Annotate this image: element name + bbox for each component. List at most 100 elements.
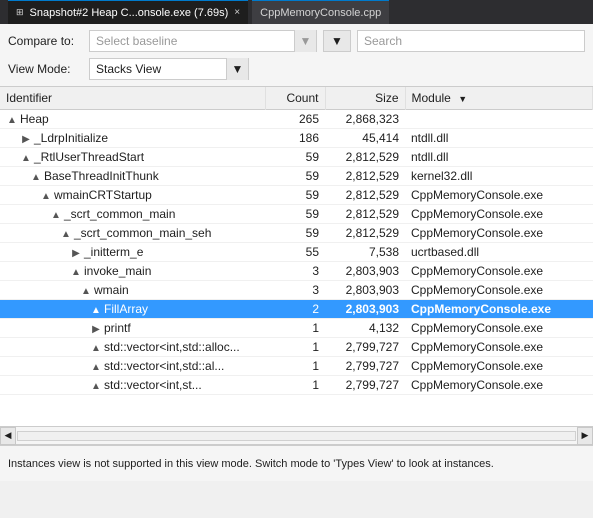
cell-count: 1 bbox=[265, 357, 325, 376]
expand-icon[interactable]: ▲ bbox=[90, 362, 102, 373]
identifier-name: _scrt_common_main bbox=[64, 207, 175, 221]
col-size[interactable]: Size bbox=[325, 87, 405, 110]
expand-icon[interactable]: ▲ bbox=[90, 343, 102, 354]
expand-icon[interactable]: ▲ bbox=[60, 229, 72, 240]
cell-count: 59 bbox=[265, 186, 325, 205]
cell-module: CppMemoryConsole.exe bbox=[405, 224, 593, 243]
cell-module bbox=[405, 110, 593, 129]
table-row[interactable]: ▲_scrt_common_main_seh592,812,529CppMemo… bbox=[0, 224, 593, 243]
cell-module: ntdll.dll bbox=[405, 129, 593, 148]
filter-button[interactable]: ▼ bbox=[323, 30, 351, 52]
baseline-select[interactable]: Select baseline ▼ bbox=[89, 30, 317, 52]
table-row[interactable]: ▲_scrt_common_main592,812,529CppMemoryCo… bbox=[0, 205, 593, 224]
source-tab[interactable]: CppMemoryConsole.cpp bbox=[252, 0, 389, 24]
cell-identifier: ▲wmain bbox=[0, 281, 265, 300]
cell-count: 1 bbox=[265, 338, 325, 357]
cell-count: 55 bbox=[265, 243, 325, 262]
expand-icon[interactable]: ▶ bbox=[90, 324, 102, 335]
table-row[interactable]: ▶_LdrpInitialize18645,414ntdll.dll bbox=[0, 129, 593, 148]
identifier-name: _LdrpInitialize bbox=[34, 131, 108, 145]
cell-module: CppMemoryConsole.exe bbox=[405, 281, 593, 300]
cell-count: 3 bbox=[265, 262, 325, 281]
view-dropdown-arrow[interactable]: ▼ bbox=[226, 58, 248, 80]
expand-icon[interactable]: ▶ bbox=[20, 134, 32, 145]
baseline-dropdown-arrow[interactable]: ▼ bbox=[294, 30, 316, 52]
expand-icon[interactable]: ▲ bbox=[90, 305, 102, 316]
expand-icon[interactable]: ▲ bbox=[40, 191, 52, 202]
snapshot-tab-label: Snapshot#2 Heap C...onsole.exe (7.69s) bbox=[30, 7, 229, 19]
cell-module: CppMemoryConsole.exe bbox=[405, 186, 593, 205]
cell-count: 59 bbox=[265, 148, 325, 167]
table-row[interactable]: ▲FillArray22,803,903CppMemoryConsole.exe bbox=[0, 300, 593, 319]
cell-size: 2,812,529 bbox=[325, 224, 405, 243]
identifier-name: std::vector<int,st... bbox=[104, 378, 202, 392]
table-row[interactable]: ▲Heap2652,868,323 bbox=[0, 110, 593, 129]
status-message: Instances view is not supported in this … bbox=[8, 458, 494, 470]
cell-identifier: ▲_scrt_common_main bbox=[0, 205, 265, 224]
cell-size: 2,799,727 bbox=[325, 376, 405, 395]
cell-count: 186 bbox=[265, 129, 325, 148]
cell-module: ucrtbased.dll bbox=[405, 243, 593, 262]
table-row[interactable]: ▲BaseThreadInitThunk592,812,529kernel32.… bbox=[0, 167, 593, 186]
cell-identifier: ▲invoke_main bbox=[0, 262, 265, 281]
expand-icon[interactable]: ▲ bbox=[50, 210, 62, 221]
cell-module: CppMemoryConsole.exe bbox=[405, 262, 593, 281]
table-row[interactable]: ▲std::vector<int,std::al...12,799,727Cpp… bbox=[0, 357, 593, 376]
expand-icon[interactable]: ▶ bbox=[70, 248, 82, 259]
cell-count: 59 bbox=[265, 205, 325, 224]
table-row[interactable]: ▶printf14,132CppMemoryConsole.exe bbox=[0, 319, 593, 338]
cell-size: 7,538 bbox=[325, 243, 405, 262]
expand-icon[interactable]: ▲ bbox=[20, 153, 32, 164]
pin-icon: ⊞ bbox=[16, 7, 24, 18]
expand-icon[interactable]: ▲ bbox=[70, 267, 82, 278]
source-tab-label: CppMemoryConsole.cpp bbox=[260, 7, 381, 19]
status-bar: Instances view is not supported in this … bbox=[0, 445, 593, 481]
snapshot-tab[interactable]: ⊞ Snapshot#2 Heap C...onsole.exe (7.69s)… bbox=[8, 0, 248, 24]
title-bar: ⊞ Snapshot#2 Heap C...onsole.exe (7.69s)… bbox=[0, 0, 593, 24]
compare-label: Compare to: bbox=[8, 34, 83, 48]
heap-table: Identifier Count Size Module ▼ ▲Heap2652… bbox=[0, 87, 593, 427]
tab-close-icon[interactable]: × bbox=[234, 7, 240, 18]
identifier-name: invoke_main bbox=[84, 264, 151, 278]
table-row[interactable]: ▲std::vector<int,st...12,799,727CppMemor… bbox=[0, 376, 593, 395]
table-row[interactable]: ▲_RtlUserThreadStart592,812,529ntdll.dll bbox=[0, 148, 593, 167]
cell-count: 1 bbox=[265, 376, 325, 395]
expand-icon[interactable]: ▲ bbox=[90, 381, 102, 392]
table-row[interactable]: ▲std::vector<int,std::alloc...12,799,727… bbox=[0, 338, 593, 357]
expand-icon[interactable]: ▲ bbox=[80, 286, 92, 297]
scroll-track[interactable] bbox=[17, 431, 576, 441]
search-input[interactable]: Search bbox=[357, 30, 585, 52]
identifier-name: printf bbox=[104, 321, 131, 335]
col-count[interactable]: Count bbox=[265, 87, 325, 110]
table-row[interactable]: ▲invoke_main32,803,903CppMemoryConsole.e… bbox=[0, 262, 593, 281]
scroll-right-button[interactable]: ▶ bbox=[577, 427, 593, 445]
cell-identifier: ▲FillArray bbox=[0, 300, 265, 319]
view-mode-select[interactable]: Stacks View ▼ bbox=[89, 58, 249, 80]
table-row[interactable]: ▶_initterm_e557,538ucrtbased.dll bbox=[0, 243, 593, 262]
cell-module: CppMemoryConsole.exe bbox=[405, 300, 593, 319]
col-module[interactable]: Module ▼ bbox=[405, 87, 593, 110]
cell-size: 2,812,529 bbox=[325, 186, 405, 205]
cell-module: CppMemoryConsole.exe bbox=[405, 357, 593, 376]
view-mode-value: Stacks View bbox=[96, 62, 226, 76]
cell-identifier: ▶printf bbox=[0, 319, 265, 338]
baseline-placeholder: Select baseline bbox=[96, 34, 294, 48]
cell-size: 45,414 bbox=[325, 129, 405, 148]
cell-size: 2,868,323 bbox=[325, 110, 405, 129]
col-identifier[interactable]: Identifier bbox=[0, 87, 265, 110]
expand-icon[interactable]: ▲ bbox=[30, 172, 42, 183]
expand-icon[interactable]: ▲ bbox=[6, 115, 18, 126]
view-row: View Mode: Stacks View ▼ bbox=[8, 58, 585, 80]
cell-size: 2,803,903 bbox=[325, 281, 405, 300]
cell-count: 59 bbox=[265, 167, 325, 186]
cell-identifier: ▶_LdrpInitialize bbox=[0, 129, 265, 148]
identifier-name: Heap bbox=[20, 112, 49, 126]
table-row[interactable]: ▲wmain32,803,903CppMemoryConsole.exe bbox=[0, 281, 593, 300]
compare-row: Compare to: Select baseline ▼ ▼ Search bbox=[8, 30, 585, 52]
scroll-left-button[interactable]: ◀ bbox=[0, 427, 16, 445]
identifier-name: FillArray bbox=[104, 302, 148, 316]
table-row[interactable]: ▲wmainCRTStartup 592,812,529CppMemoryCons… bbox=[0, 186, 593, 205]
identifier-name: wmainCRTStartup bbox=[54, 188, 152, 202]
cell-identifier: ▲std::vector<int,std::alloc... bbox=[0, 338, 265, 357]
identifier-name: std::vector<int,std::alloc... bbox=[104, 340, 240, 354]
